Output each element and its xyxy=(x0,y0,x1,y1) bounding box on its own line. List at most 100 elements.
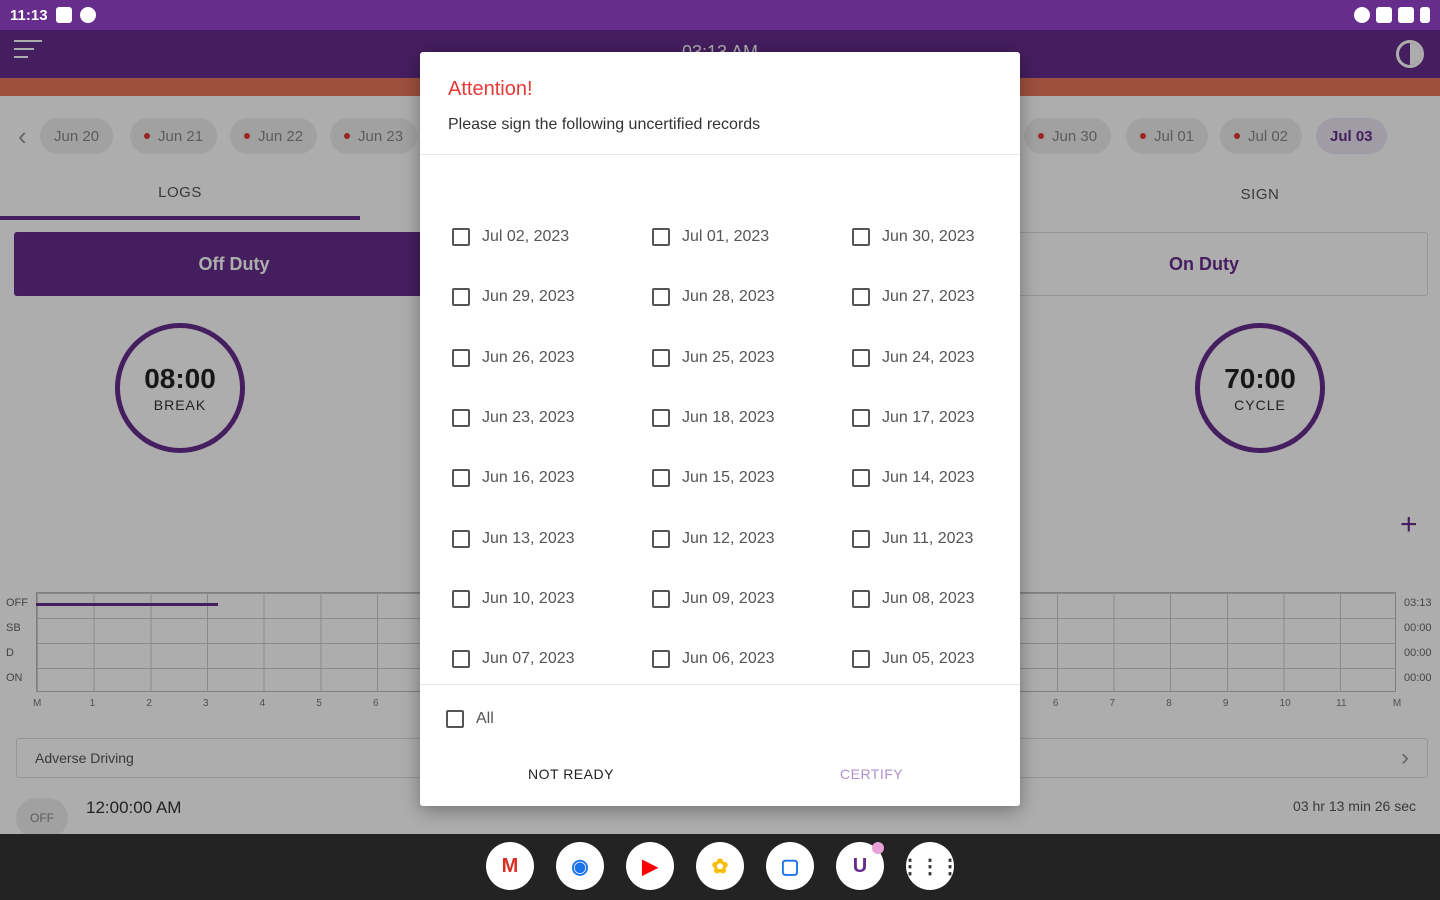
record-date-label: Jul 02, 2023 xyxy=(482,228,570,245)
record-checkbox-item[interactable]: Jun 27, 2023 xyxy=(852,285,975,309)
record-date-label: Jun 12, 2023 xyxy=(682,529,775,547)
checkbox[interactable] xyxy=(852,348,870,367)
record-date-label: Jun 11, 2023 xyxy=(882,529,974,547)
status-time: 11:13 xyxy=(10,6,48,24)
checkbox[interactable] xyxy=(652,650,670,669)
checkbox[interactable] xyxy=(652,408,670,427)
record-date-label: Jun 06, 2023 xyxy=(682,650,775,668)
record-date-label: Jun 09, 2023 xyxy=(682,589,775,607)
record-date-label: Jun 28, 2023 xyxy=(682,288,775,306)
record-checkbox-item[interactable]: Jun 30, 2023 xyxy=(852,225,975,249)
record-checkbox-item[interactable]: Jun 14, 2023 xyxy=(852,466,975,490)
status-bar: 11:13 xyxy=(0,0,1440,30)
record-checkbox-item[interactable]: Jun 15, 2023 xyxy=(652,466,775,490)
select-all-label: All xyxy=(476,710,494,727)
checkbox[interactable] xyxy=(852,529,870,548)
train-icon xyxy=(55,7,72,23)
chrome-icon[interactable]: ◉ xyxy=(556,842,604,890)
record-checkbox-item[interactable]: Jun 28, 2023 xyxy=(652,285,775,309)
record-date-label: Jul 01, 2023 xyxy=(682,228,770,245)
record-date-label: Jun 16, 2023 xyxy=(482,469,575,487)
select-all-checkbox[interactable]: All xyxy=(446,710,494,728)
record-checkbox-item[interactable]: Jun 07, 2023 xyxy=(452,647,575,671)
record-date-label: Jun 24, 2023 xyxy=(882,348,975,366)
checkbox[interactable] xyxy=(452,469,470,488)
record-checkbox-item[interactable]: Jun 18, 2023 xyxy=(652,406,775,430)
checkbox[interactable] xyxy=(452,650,470,669)
records-list[interactable]: Jul 02, 2023 Jul 01, 2023 Jun 30, 2023 Jun … xyxy=(420,156,1020,684)
record-checkbox-item[interactable]: Jun 09, 2023 xyxy=(652,587,775,611)
record-date-label: Jun 26, 2023 xyxy=(482,348,575,366)
divider xyxy=(420,154,1020,155)
record-checkbox-item[interactable]: Jun 13, 2023 xyxy=(452,527,575,551)
checkbox[interactable] xyxy=(652,288,670,307)
checkbox[interactable] xyxy=(852,589,870,608)
record-date-label: Jun 10, 2023 xyxy=(482,589,575,607)
record-date-label: Jun 18, 2023 xyxy=(682,408,775,426)
record-date-label: Jun 27, 2023 xyxy=(882,288,975,306)
record-checkbox-item[interactable]: Jun 23, 2023 xyxy=(452,406,575,430)
divider xyxy=(420,684,1020,685)
checkbox[interactable] xyxy=(652,348,670,367)
files-icon[interactable]: ▢ xyxy=(766,842,814,890)
record-checkbox-item[interactable]: Jul 02, 2023 xyxy=(452,225,569,249)
checkbox[interactable] xyxy=(452,348,470,367)
checkbox[interactable] xyxy=(452,228,470,246)
checkbox[interactable] xyxy=(652,469,670,488)
record-date-label: Jun 25, 2023 xyxy=(682,348,775,366)
record-checkbox-item[interactable]: Jun 16, 2023 xyxy=(452,466,575,490)
location-icon xyxy=(1354,7,1370,23)
record-checkbox-item[interactable]: Jun 26, 2023 xyxy=(452,346,575,370)
checkbox[interactable] xyxy=(652,228,670,246)
checkbox[interactable] xyxy=(852,228,870,246)
checkbox[interactable] xyxy=(446,710,464,728)
checkbox[interactable] xyxy=(452,589,470,608)
battery-icon xyxy=(1420,7,1430,23)
checkbox[interactable] xyxy=(452,408,470,427)
screen: 11:13 03:13 AM ‹ Jun 20 Jun 21 Jun 22 Ju… xyxy=(0,0,1440,900)
record-date-label: Jun 08, 2023 xyxy=(882,589,975,607)
youtube-icon[interactable]: ▶ xyxy=(626,842,674,890)
checkbox[interactable] xyxy=(852,408,870,427)
checkbox[interactable] xyxy=(852,288,870,307)
record-date-label: Jun 15, 2023 xyxy=(682,469,775,487)
checkbox[interactable] xyxy=(452,288,470,307)
record-checkbox-item[interactable]: Jun 10, 2023 xyxy=(452,587,575,611)
record-date-label: Jun 30, 2023 xyxy=(882,228,975,245)
record-checkbox-item[interactable]: Jun 11, 2023 xyxy=(852,527,973,551)
certify-button[interactable]: CERTIFY xyxy=(840,766,903,782)
record-date-label: Jun 14, 2023 xyxy=(882,469,975,487)
checkbox[interactable] xyxy=(852,650,870,669)
gmail-icon[interactable]: M xyxy=(486,842,534,890)
record-checkbox-item[interactable]: Jun 05, 2023 xyxy=(852,647,975,671)
notification-badge-icon xyxy=(872,842,884,854)
dialog-title: Attention! xyxy=(448,78,533,100)
record-date-label: Jun 07, 2023 xyxy=(482,650,575,668)
record-checkbox-item[interactable]: Jun 08, 2023 xyxy=(852,587,975,611)
record-checkbox-item[interactable]: Jun 25, 2023 xyxy=(652,346,775,370)
checkbox[interactable] xyxy=(452,529,470,548)
checkbox[interactable] xyxy=(852,469,870,488)
record-checkbox-item[interactable]: Jun 24, 2023 xyxy=(852,346,975,370)
record-checkbox-item[interactable]: Jun 12, 2023 xyxy=(652,527,775,551)
record-date-label: Jun 29, 2023 xyxy=(482,288,575,306)
app-dock: M ◉ ▶ ✿ ▢ U ⋮⋮⋮ xyxy=(0,842,1440,892)
photos-icon[interactable]: ✿ xyxy=(696,842,744,890)
record-checkbox-item[interactable]: Jul 01, 2023 xyxy=(652,225,769,249)
checkbox[interactable] xyxy=(652,589,670,608)
settings-notification-icon xyxy=(79,7,96,23)
record-checkbox-item[interactable]: Jun 06, 2023 xyxy=(652,647,775,671)
record-date-label: Jun 05, 2023 xyxy=(882,650,975,668)
not-ready-button[interactable]: NOT READY xyxy=(528,766,614,782)
certify-dialog: Attention! Please sign the following unc… xyxy=(420,52,1020,806)
record-checkbox-item[interactable]: Jun 29, 2023 xyxy=(452,285,575,309)
app-drawer-icon[interactable]: ⋮⋮⋮ xyxy=(900,842,960,890)
record-date-label: Jun 23, 2023 xyxy=(482,408,575,426)
checkbox[interactable] xyxy=(652,529,670,548)
record-checkbox-item[interactable]: Jun 17, 2023 xyxy=(852,406,975,430)
record-date-label: Jun 13, 2023 xyxy=(482,529,575,547)
wifi-icon xyxy=(1376,7,1392,23)
eld-app-icon[interactable]: U xyxy=(836,842,884,890)
signal-icon xyxy=(1398,7,1414,23)
record-date-label: Jun 17, 2023 xyxy=(882,408,975,426)
